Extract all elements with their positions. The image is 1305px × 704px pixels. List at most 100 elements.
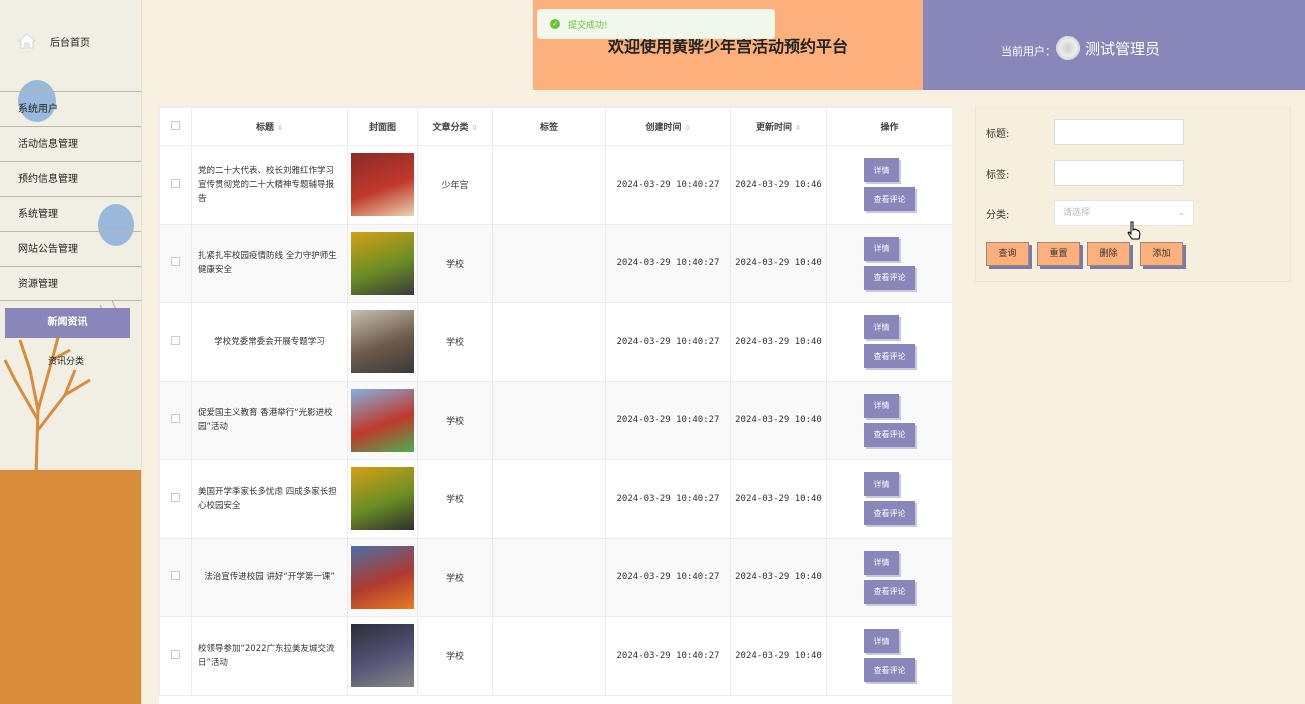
sort-icon[interactable]: ⇳ <box>277 124 283 132</box>
view-comments-button[interactable]: 查看评论 <box>864 265 915 290</box>
cover-image[interactable] <box>351 545 414 609</box>
tag-filter-label: 标签: <box>986 170 1010 181</box>
header-tag: 标签 <box>492 107 606 146</box>
detail-button[interactable]: 详情 <box>864 550 899 575</box>
sidebar-item-announcements[interactable]: 网站公告管理 <box>0 231 141 266</box>
category-select-placeholder: 请选择 <box>1063 208 1091 218</box>
row-select-cell[interactable] <box>159 302 192 382</box>
row-checkbox[interactable] <box>171 571 180 581</box>
delete-button[interactable]: 删除 <box>1087 242 1130 266</box>
view-comments-button[interactable]: 查看评论 <box>864 187 915 212</box>
header-category[interactable]: 文章分类 ⇳ <box>417 107 493 146</box>
row-title: 美国开学季家长多忧虑 四成多家长担心校园安全 <box>191 459 348 539</box>
reset-button[interactable]: 重置 <box>1037 242 1080 266</box>
row-category: 学校 <box>417 223 493 303</box>
row-select-cell[interactable] <box>159 459 192 539</box>
cover-image[interactable] <box>351 624 414 688</box>
header-created[interactable]: 创建时间 ⇳ <box>605 107 731 146</box>
row-title: 扎紧扎牢校园疫情防线 全力守护师生健康安全 <box>191 223 348 303</box>
row-select-cell[interactable] <box>159 223 192 303</box>
avatar[interactable] <box>1056 36 1080 60</box>
cover-image[interactable] <box>351 153 414 217</box>
view-comments-button[interactable]: 查看评论 <box>864 344 915 369</box>
sort-icon[interactable]: ⇳ <box>795 124 801 132</box>
tag-filter-input[interactable] <box>1054 160 1184 186</box>
sidebar-item-resources[interactable]: 资源管理 <box>0 266 141 301</box>
row-select-cell[interactable] <box>159 616 192 696</box>
sort-icon[interactable]: ⇳ <box>472 124 478 132</box>
row-checkbox[interactable] <box>171 414 180 424</box>
row-select-cell[interactable] <box>159 537 192 617</box>
cover-image[interactable] <box>351 231 414 295</box>
row-checkbox[interactable] <box>171 335 180 345</box>
row-category: 学校 <box>417 459 493 539</box>
row-category: 学校 <box>417 302 493 382</box>
row-cover-cell <box>347 380 418 460</box>
row-created-time: 2024-03-29 10:40:27 <box>605 616 731 696</box>
row-title: 法治宣传进校园 讲好“开学第一课” <box>191 537 348 617</box>
add-button[interactable]: 添加 <box>1140 242 1183 266</box>
detail-button[interactable]: 详情 <box>864 315 899 340</box>
row-checkbox[interactable] <box>171 492 180 502</box>
row-checkbox[interactable] <box>171 649 180 659</box>
select-all-cell[interactable] <box>159 107 192 146</box>
view-comments-button[interactable]: 查看评论 <box>864 501 915 526</box>
news-table-container: 标题 ⇳ 封面图 文章分类 ⇳ 标签 创建时间 ⇳ 更新时间 ⇳ 操作 党的二十大代表、… <box>159 107 952 704</box>
view-comments-button[interactable]: 查看评论 <box>864 422 915 447</box>
row-checkbox[interactable] <box>171 257 180 267</box>
row-actions: 详情 查看评论 <box>826 459 952 539</box>
row-category: 学校 <box>417 537 493 617</box>
cover-image[interactable] <box>351 388 414 452</box>
cover-image[interactable] <box>351 310 414 374</box>
row-category: 学校 <box>417 616 493 696</box>
row-tag <box>492 616 606 696</box>
row-tag <box>492 380 606 460</box>
sidebar-item-activity-info[interactable]: 活动信息管理 <box>0 126 141 161</box>
row-updated-time: 2024-03-29 10:40 <box>730 223 827 303</box>
sidebar-item-booking-info[interactable]: 预约信息管理 <box>0 161 141 196</box>
row-tag <box>492 459 606 539</box>
row-created-time: 2024-03-29 10:40:27 <box>605 145 731 225</box>
header-updated[interactable]: 更新时间 ⇳ <box>730 107 827 146</box>
query-button[interactable]: 查询 <box>986 242 1029 266</box>
row-select-cell[interactable] <box>159 380 192 460</box>
table-row: 促爱国主义教育 香港举行“光影进校园”活动 学校 2024-03-29 10:40:… <box>159 380 952 460</box>
view-comments-button[interactable]: 查看评论 <box>864 658 915 683</box>
row-title: 促爱国主义教育 香港举行“光影进校园”活动 <box>191 380 348 460</box>
home-link[interactable]: 后台首页 <box>18 32 90 50</box>
detail-button[interactable]: 详情 <box>864 629 899 654</box>
sidebar-item-system-management[interactable]: 系统管理 <box>0 196 141 231</box>
row-created-time: 2024-03-29 10:40:27 <box>605 459 731 539</box>
sidebar-item-news[interactable]: 新闻资讯 <box>5 308 130 338</box>
detail-button[interactable]: 详情 <box>864 236 899 261</box>
row-actions: 详情 查看评论 <box>826 616 952 696</box>
news-table: 标题 ⇳ 封面图 文章分类 ⇳ 标签 创建时间 ⇳ 更新时间 ⇳ 操作 党的二十大代表、… <box>159 107 952 696</box>
detail-button[interactable]: 详情 <box>864 158 899 183</box>
sort-icon[interactable]: ⇳ <box>685 124 691 132</box>
row-select-cell[interactable] <box>159 145 192 225</box>
detail-button[interactable]: 详情 <box>864 393 899 418</box>
row-category: 学校 <box>417 380 493 460</box>
chevron-down-icon: ⌄ <box>1177 208 1185 218</box>
header-title[interactable]: 标题 ⇳ <box>191 107 348 146</box>
sidebar-subitem-news-category[interactable]: 资讯分类 <box>0 354 132 367</box>
row-checkbox[interactable] <box>171 178 180 188</box>
cover-image[interactable] <box>351 467 414 531</box>
title-filter-input[interactable] <box>1054 119 1184 145</box>
detail-button[interactable]: 详情 <box>864 472 899 497</box>
view-comments-button[interactable]: 查看评论 <box>864 579 915 604</box>
row-updated-time: 2024-03-29 10:46 <box>730 145 827 225</box>
header-cover: 封面图 <box>347 107 418 146</box>
search-panel: 标题: 标签: 分类: 请选择 ⌄ 查询 重置 删除 添加 <box>975 107 1291 282</box>
row-actions: 详情 查看评论 <box>826 145 952 225</box>
table-row: 扎紧扎牢校园疫情防线 全力守护师生健康安全 学校 2024-03-29 10:40:… <box>159 223 952 303</box>
row-tag <box>492 302 606 382</box>
select-all-checkbox[interactable] <box>171 120 180 130</box>
row-cover-cell <box>347 459 418 539</box>
table-row: 党的二十大代表、校长刘雅红作学习宣传贯彻党的二十大精神专题辅导报告 少年宫 2024… <box>159 145 952 225</box>
sidebar-item-system-users[interactable]: 系统用户 <box>0 91 141 126</box>
category-select[interactable]: 请选择 ⌄ <box>1054 200 1194 226</box>
row-updated-time: 2024-03-29 10:40 <box>730 459 827 539</box>
row-actions: 详情 查看评论 <box>826 223 952 303</box>
title-filter-label: 标题: <box>986 129 1010 140</box>
